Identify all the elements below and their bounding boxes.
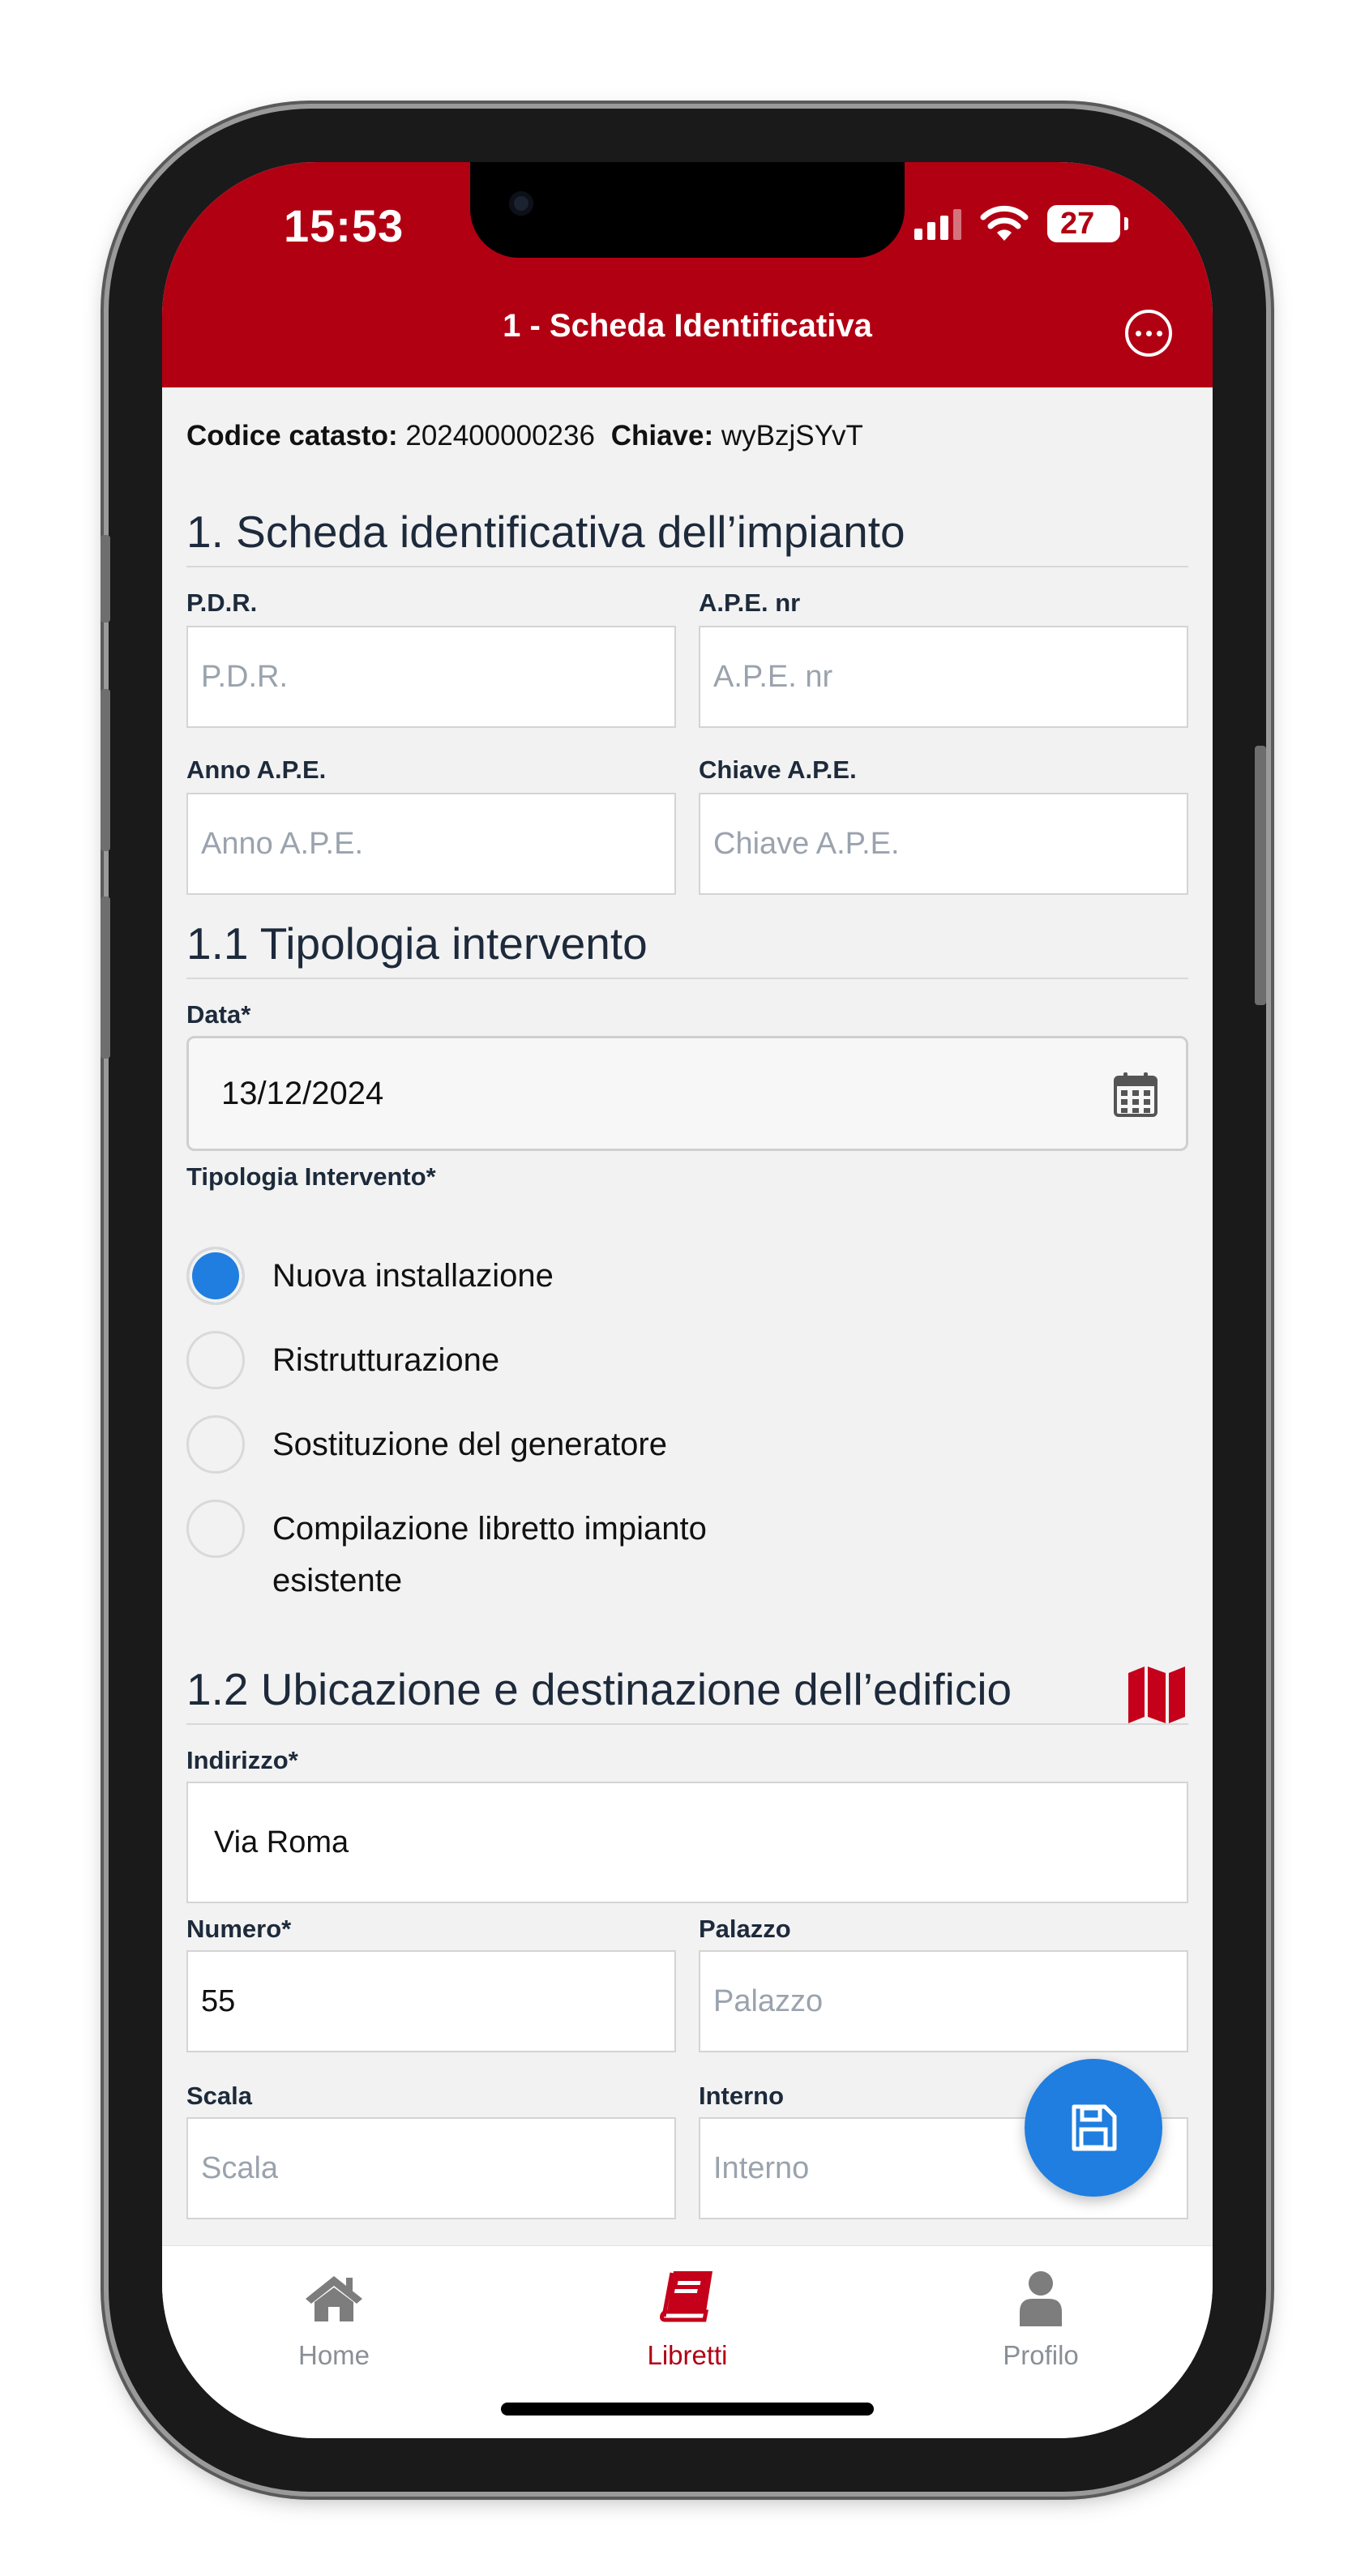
tab-label: Profilo xyxy=(1003,2340,1079,2370)
indirizzo-label: Indirizzo* xyxy=(186,1746,298,1774)
radio-label: Sostituzione del generatore xyxy=(272,1427,667,1462)
radio-label: Nuova installazione xyxy=(272,1258,554,1294)
radio-label: Ristrutturazione xyxy=(272,1342,500,1378)
data-label: Data* xyxy=(186,1000,251,1029)
section-title-tipologia: 1.1 Tipologia intervento xyxy=(186,918,1188,979)
ape-nr-label: A.P.E. nr xyxy=(699,588,801,617)
codice-catasto-label: Codice catasto: xyxy=(186,420,398,451)
dynamic-island xyxy=(470,162,905,258)
signal-icon xyxy=(914,208,961,240)
section-title-ubicazione: 1.2 Ubicazione e destinazione dell’edifi… xyxy=(186,1663,1188,1725)
silent-switch xyxy=(101,535,110,623)
palazzo-input[interactable]: Palazzo xyxy=(699,1950,1188,2052)
radio-option[interactable]: Ristrutturazione xyxy=(186,1331,791,1389)
battery-level: 27 xyxy=(1060,206,1095,241)
status-time: 15:53 xyxy=(284,200,404,251)
ape-nr-input[interactable]: A.P.E. nr xyxy=(699,626,1188,728)
page-title: 1 - Scheda Identificativa xyxy=(503,308,872,344)
radio-button[interactable] xyxy=(186,1331,245,1389)
date-input[interactable]: 13/12/2024 xyxy=(186,1036,1188,1151)
tab-home[interactable]: Home xyxy=(212,2267,456,2371)
volume-up-button xyxy=(101,689,110,851)
home-indicator xyxy=(501,2403,874,2416)
app-header: 15:53 27 1 - Scheda Identificativa xyxy=(162,162,1213,387)
radio-option[interactable]: Sostituzione del generatore xyxy=(186,1415,791,1474)
save-icon xyxy=(1072,2104,1117,2151)
book-icon xyxy=(660,2271,712,2322)
tab-libretti[interactable]: Libretti xyxy=(566,2267,809,2371)
status-icons: 27 xyxy=(914,201,1128,246)
tab-label: Libretti xyxy=(647,2340,728,2370)
scala-input[interactable]: Scala xyxy=(186,2117,676,2219)
map-icon[interactable] xyxy=(1127,1665,1187,1725)
scala-label: Scala xyxy=(186,2082,253,2110)
date-value: 13/12/2024 xyxy=(221,1075,384,1111)
radio-button[interactable] xyxy=(186,1500,245,1558)
radio-label: Compilazione libretto impianto esistente xyxy=(272,1511,707,1598)
more-options-button[interactable] xyxy=(1125,310,1172,357)
chiave-ape-input[interactable]: Chiave A.P.E. xyxy=(699,793,1188,895)
radio-button[interactable] xyxy=(186,1247,245,1305)
palazzo-label: Palazzo xyxy=(699,1915,791,1943)
indirizzo-input[interactable]: Via Roma xyxy=(186,1782,1188,1903)
wifi-icon xyxy=(980,205,1029,241)
radio-option[interactable]: Compilazione libretto impianto esistente xyxy=(186,1500,791,1607)
radio-button[interactable] xyxy=(186,1415,245,1474)
pdr-input[interactable]: P.D.R. xyxy=(186,626,676,728)
interno-label: Interno xyxy=(699,2082,785,2110)
pdr-label: P.D.R. xyxy=(186,588,258,617)
codice-catasto-line: Codice catasto: 202400000236 Chiave: wyB… xyxy=(186,420,863,452)
tab-label: Home xyxy=(297,2340,370,2370)
codice-catasto-value: 202400000236 xyxy=(405,420,595,451)
numero-label: Numero* xyxy=(186,1915,292,1943)
calendar-icon[interactable] xyxy=(1113,1071,1158,1118)
anno-ape-label: Anno A.P.E. xyxy=(186,755,327,784)
home-icon xyxy=(306,2276,362,2321)
camera-icon xyxy=(509,191,533,216)
save-button[interactable] xyxy=(1025,2059,1162,2197)
power-button xyxy=(1255,746,1266,1005)
section-title-impianto: 1. Scheda identificativa dell’impianto xyxy=(186,506,1188,567)
chiave-label: Chiave: xyxy=(610,420,714,451)
battery-icon: 27 xyxy=(1047,205,1128,242)
tab-profilo[interactable]: Profilo xyxy=(919,2267,1162,2371)
app-screen: 15:53 27 1 - Scheda Identificativa Codic… xyxy=(162,162,1213,2438)
numero-input[interactable]: 55 xyxy=(186,1950,676,2052)
user-icon xyxy=(1020,2271,1062,2326)
chiave-ape-label: Chiave A.P.E. xyxy=(699,755,857,784)
chiave-value: wyBzjSYvT xyxy=(721,420,863,451)
tipologia-intervento-label: Tipologia Intervento* xyxy=(186,1162,436,1191)
form-content: Codice catasto: 202400000236 Chiave: wyB… xyxy=(162,387,1213,2245)
radio-option[interactable]: Nuova installazione xyxy=(186,1247,791,1305)
anno-ape-input[interactable]: Anno A.P.E. xyxy=(186,793,676,895)
volume-down-button xyxy=(101,896,110,1059)
